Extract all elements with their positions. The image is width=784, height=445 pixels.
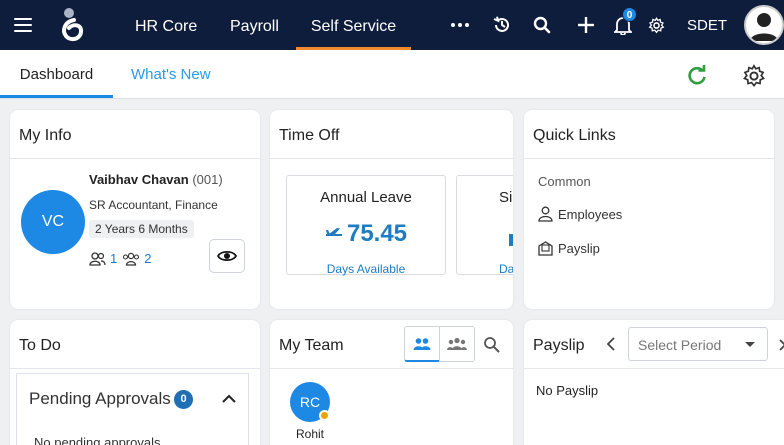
time-off-card: Time Off Annual Leave 75.45 Days Availab…: [270, 110, 513, 309]
dropdown-arrow-icon: [745, 342, 755, 347]
employee-avatar: VC: [21, 190, 85, 254]
nav-payroll[interactable]: Payroll: [230, 0, 279, 50]
divider: [524, 158, 774, 159]
tab-whats-new[interactable]: What's New: [131, 50, 211, 98]
divider: [524, 368, 784, 369]
team-view-group-toggle[interactable]: [439, 326, 475, 362]
direct-reports-count[interactable]: 1: [110, 251, 117, 266]
leave-balance-tile[interactable]: Si Da: [456, 175, 513, 276]
status-dot: [319, 410, 330, 421]
payslip-empty: No Payslip: [536, 383, 599, 398]
group-icon: [447, 337, 467, 350]
eye-icon: [217, 250, 237, 262]
leave-icon-partial: [509, 234, 513, 246]
quick-links-card: Quick Links Common Employees Payslip: [524, 110, 774, 309]
quick-link-label: Employees: [558, 206, 623, 222]
pending-approvals-empty: No pending approvals: [34, 435, 161, 445]
card-title: My Team: [279, 337, 344, 354]
history-icon[interactable]: [490, 13, 514, 37]
employee-name-text: Vaibhav Chavan: [89, 172, 189, 187]
period-select[interactable]: Select Period: [628, 327, 768, 361]
pending-approvals-panel: Pending Approvals 0 No pending approvals: [16, 373, 249, 445]
team-group-icon: [123, 252, 140, 266]
plane-icon: [325, 228, 342, 236]
leave-balance-caption: Da: [499, 262, 513, 276]
dashboard-tabbar: Dashboard What's New: [0, 50, 784, 99]
employee-name[interactable]: Vaibhav Chavan (001): [89, 172, 223, 187]
employee-code: (001): [192, 172, 223, 187]
leave-balance-caption: Days Available: [326, 262, 406, 276]
leave-type-name: Si: [499, 189, 513, 206]
leave-balance-number: 75.45: [346, 220, 408, 247]
payslip-icon: [538, 241, 553, 256]
chevron-up-icon[interactable]: [220, 390, 238, 408]
pending-approvals-count: 0: [174, 390, 193, 409]
notification-badge: 0: [622, 7, 637, 22]
pending-approvals-title[interactable]: Pending Approvals: [29, 389, 171, 409]
leave-balance-value: 75.45: [287, 220, 445, 248]
team-member-name[interactable]: Rohit: [296, 427, 324, 441]
divider: [10, 368, 260, 369]
quick-link-payslip[interactable]: Payslip: [538, 240, 600, 256]
card-title: Quick Links: [533, 127, 616, 144]
dashboard-settings-icon[interactable]: [742, 64, 766, 88]
divider: [10, 158, 260, 159]
tab-dashboard[interactable]: Dashboard: [0, 50, 113, 98]
hamburger-menu-icon[interactable]: [14, 18, 32, 32]
app-logo[interactable]: [58, 7, 86, 45]
my-info-card: My Info VC Vaibhav Chavan (001) SR Accou…: [10, 110, 260, 309]
team-search-icon[interactable]: [483, 336, 500, 353]
view-profile-button[interactable]: [209, 239, 245, 273]
employee-icon: [538, 206, 553, 222]
quick-links-group-heading: Common: [538, 174, 591, 189]
card-title: To Do: [19, 337, 61, 354]
nav-hr-core[interactable]: HR Core: [135, 0, 197, 50]
search-icon[interactable]: [530, 13, 554, 37]
add-icon[interactable]: [574, 13, 598, 37]
chevron-right-icon[interactable]: [778, 338, 784, 352]
divider: [270, 368, 513, 369]
quick-link-employees[interactable]: Employees: [538, 206, 622, 222]
card-title: Time Off: [279, 127, 340, 144]
people-icon: [413, 337, 431, 350]
top-navbar: HR Core Payroll Self Service 0 SDET: [0, 0, 784, 50]
team-view-direct-toggle[interactable]: [404, 326, 440, 362]
divider: [270, 158, 513, 159]
card-title: Payslip: [533, 337, 585, 354]
quick-link-label: Payslip: [558, 240, 600, 256]
refresh-icon[interactable]: [685, 64, 709, 88]
user-avatar[interactable]: [744, 5, 784, 45]
my-team-card: My Team RC Rohit: [270, 320, 513, 445]
chevron-left-icon[interactable]: [604, 336, 618, 352]
team-summary: 1 2: [89, 251, 151, 266]
nav-self-service[interactable]: Self Service: [296, 0, 411, 50]
team-count[interactable]: 2: [144, 251, 151, 266]
user-label[interactable]: SDET: [687, 17, 727, 34]
period-select-placeholder: Select Period: [638, 337, 722, 353]
card-title: My Info: [19, 127, 72, 144]
employee-designation: SR Accountant, Finance: [89, 198, 218, 212]
leave-type-name: Annual Leave: [320, 189, 412, 206]
todo-card: To Do Pending Approvals 0 No pending app…: [10, 320, 260, 445]
settings-gear-icon[interactable]: [644, 13, 668, 37]
more-dots-icon[interactable]: [448, 13, 472, 37]
direct-reports-icon: [89, 251, 106, 266]
tenure-badge: 2 Years 6 Months: [89, 220, 194, 238]
payslip-card: Payslip Select Period No Payslip: [524, 320, 784, 445]
leave-balance-tile[interactable]: Annual Leave 75.45 Days Available: [286, 175, 446, 276]
